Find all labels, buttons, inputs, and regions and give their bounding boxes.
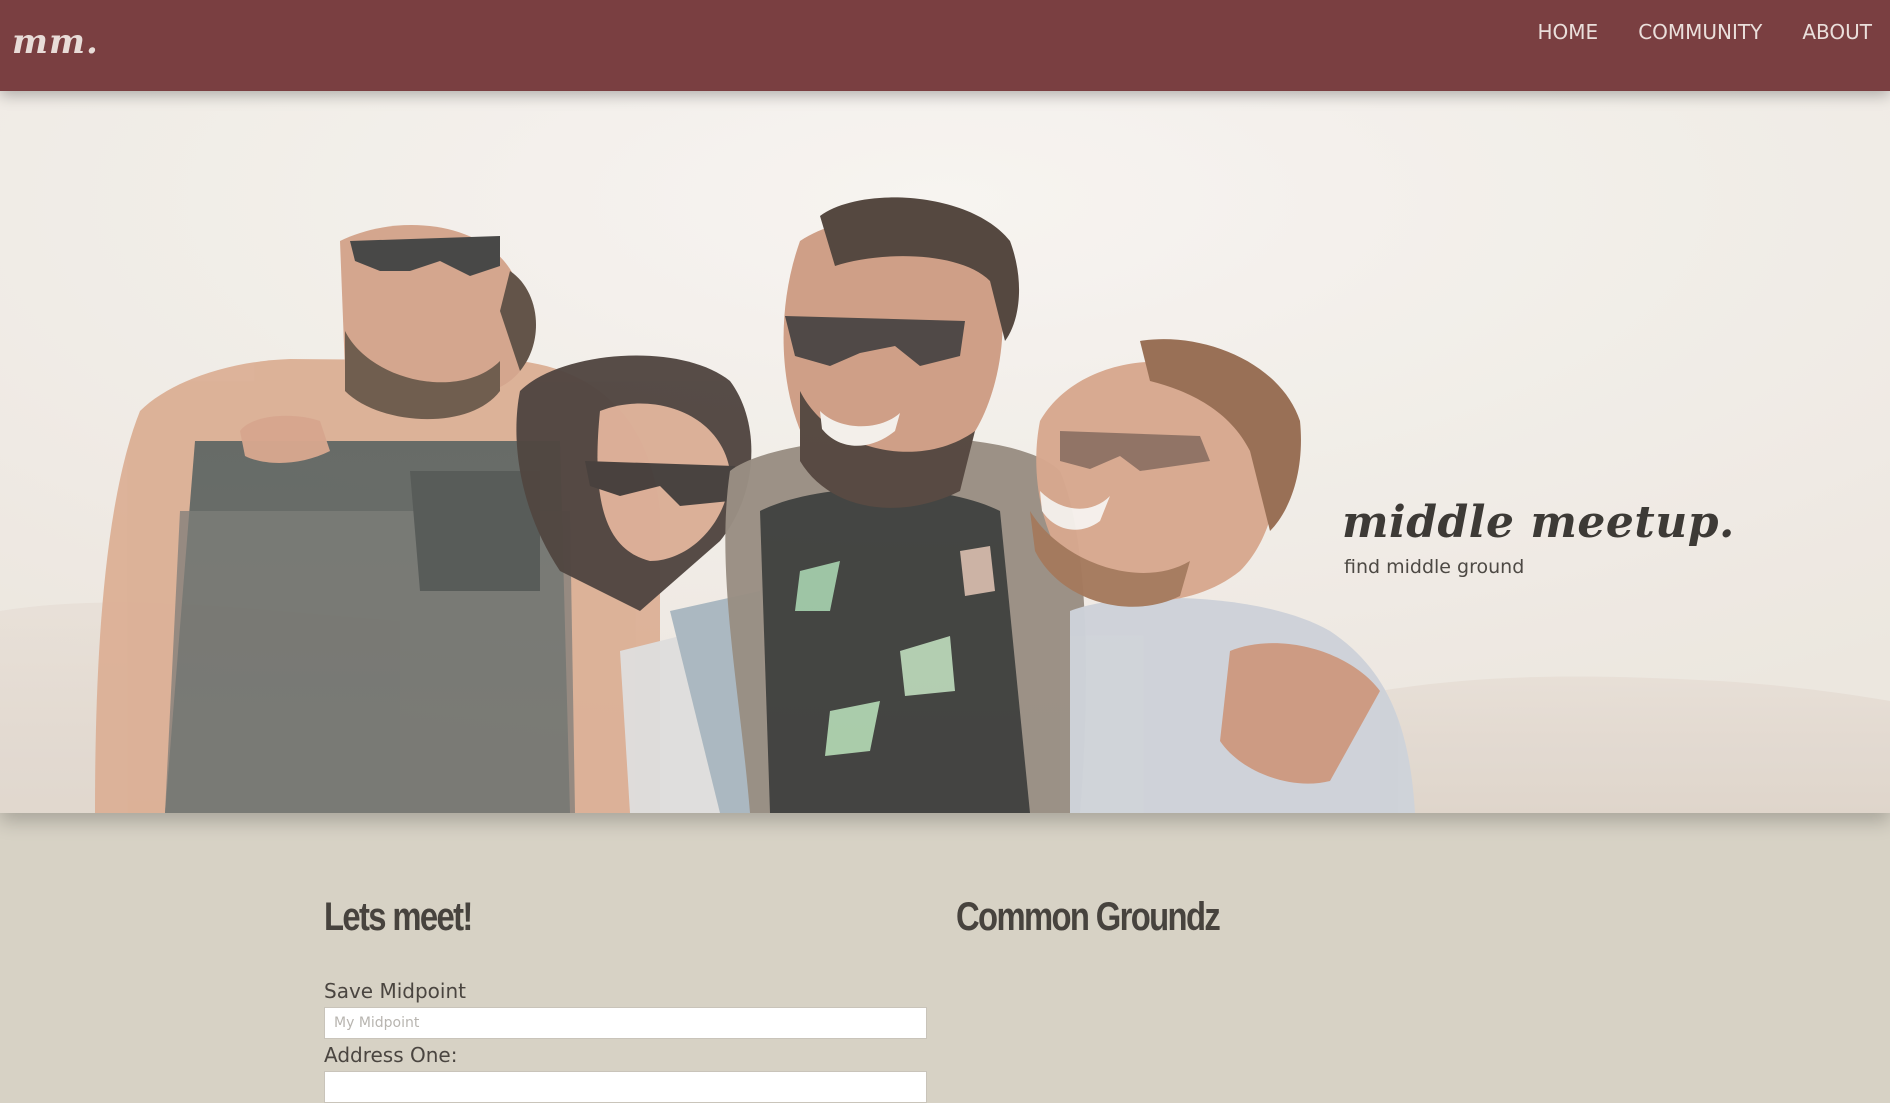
- save-midpoint-label: Save Midpoint: [324, 979, 466, 1003]
- meet-heading: Lets meet!: [324, 895, 473, 939]
- nav-links: HOME COMMUNITY ABOUT: [1538, 20, 1873, 44]
- address-one-input[interactable]: [324, 1071, 927, 1103]
- meet-form: Save Midpoint Address One:: [324, 979, 927, 1103]
- main-content: Lets meet! Save Midpoint Address One: Co…: [0, 813, 1890, 1103]
- top-navbar: mm. HOME COMMUNITY ABOUT: [0, 0, 1890, 91]
- address-one-label: Address One:: [324, 1043, 458, 1067]
- hero-banner: middle meetup. find middle ground: [0, 91, 1890, 813]
- nav-link-community[interactable]: COMMUNITY: [1638, 20, 1762, 44]
- hero-subtitle: find middle ground: [1344, 556, 1525, 578]
- save-midpoint-input[interactable]: [324, 1007, 927, 1039]
- hero-photo: [0, 91, 1890, 813]
- meet-section: Lets meet! Save Midpoint Address One:: [324, 893, 927, 1103]
- nav-link-about[interactable]: ABOUT: [1802, 20, 1872, 44]
- brand-logo[interactable]: mm.: [12, 22, 99, 62]
- hero-title: middle meetup.: [1342, 497, 1735, 548]
- common-groundz-section: Common Groundz: [956, 893, 1277, 941]
- nav-link-home[interactable]: HOME: [1538, 20, 1599, 44]
- common-groundz-heading: Common Groundz: [956, 895, 1221, 939]
